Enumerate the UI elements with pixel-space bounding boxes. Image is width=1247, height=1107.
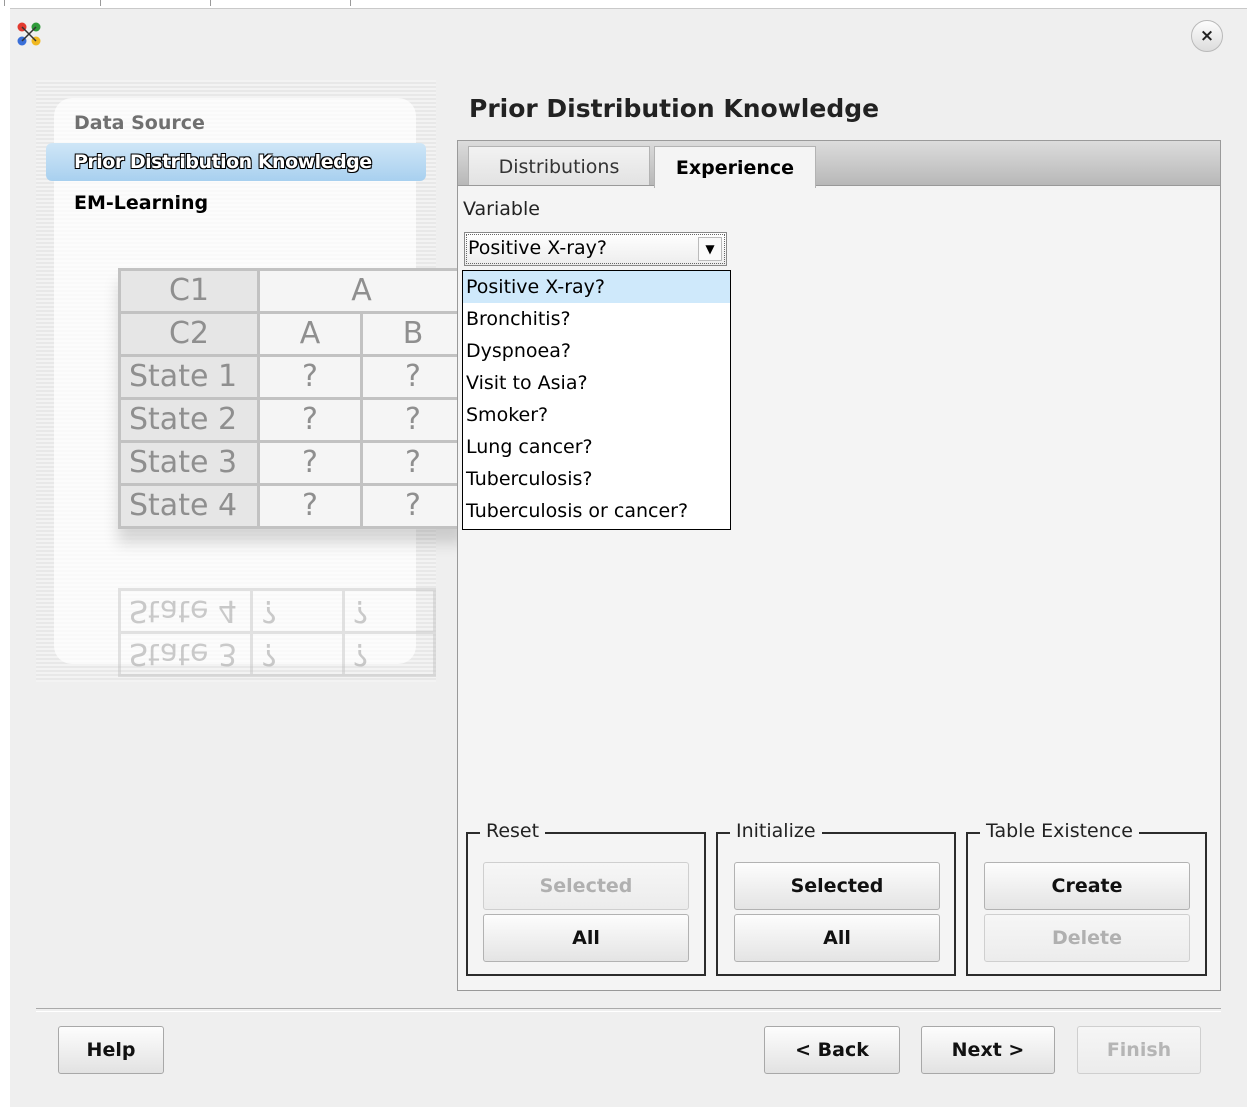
reset-selected-button[interactable]: Selected [483,862,689,910]
wizard-step-label: Prior Distribution Knowledge [74,151,372,173]
deco-cell: ? [343,632,435,676]
deco-cell: State 3 [119,632,252,676]
reset-all-button[interactable]: All [483,914,689,962]
create-table-button[interactable]: Create [984,862,1190,910]
page-title: Prior Distribution Knowledge [469,94,880,123]
deco-cell: State 3 [118,440,260,486]
dropdown-option[interactable]: Lung cancer? [463,431,730,463]
dropdown-option[interactable]: Dyspnoea? [463,335,730,367]
close-button[interactable]: × [1191,20,1223,52]
wizard-step-data-source: Data Source [74,112,205,134]
deco-cell: ? [360,440,466,486]
dropdown-option[interactable]: Visit to Asia? [463,367,730,399]
back-button[interactable]: < Back [764,1026,900,1074]
dropdown-option[interactable]: Positive X-ray? [463,271,730,303]
delete-table-button[interactable]: Delete [984,914,1190,962]
deco-cell: C2 [118,311,260,357]
deco-cell: State 4 [119,589,252,633]
background-window-strip [0,0,1247,8]
variable-selected-value: Positive X-ray? [468,237,607,259]
finish-button[interactable]: Finish [1077,1026,1201,1074]
deco-cell: ? [257,483,363,529]
tab-experience[interactable]: Experience [654,146,816,188]
deco-cell: State 1 [118,354,260,400]
decorative-table-image: C1 A C2 A B State 1 ? ? State 2 ? ? Stat… [118,268,466,529]
initialize-selected-button[interactable]: Selected [734,862,940,910]
next-button[interactable]: Next > [921,1026,1055,1074]
network-app-icon [17,22,41,46]
tab-distributions[interactable]: Distributions [468,146,650,186]
footer-separator [36,1008,1221,1012]
help-button[interactable]: Help [58,1026,164,1074]
dropdown-option[interactable]: Bronchitis? [463,303,730,335]
dropdown-option[interactable]: Smoker? [463,399,730,431]
wizard-step-em-learning: EM-Learning [74,192,209,214]
deco-cell: ? [360,483,466,529]
dropdown-option[interactable]: Tuberculosis? [463,463,730,495]
deco-cell: B [360,311,466,357]
deco-cell: ? [343,589,435,633]
deco-cell: ? [257,440,363,486]
variable-label: Variable [463,198,540,220]
wizard-step-prior-distribution: Prior Distribution Knowledge [46,143,426,181]
deco-cell: ? [251,589,344,633]
deco-cell: ? [257,354,363,400]
deco-cell: ? [257,397,363,443]
deco-cell: A [257,268,466,314]
table-existence-group-title: Table Existence [980,820,1139,842]
dropdown-option[interactable]: Tuberculosis or cancer? [463,495,730,527]
initialize-group-title: Initialize [730,820,822,842]
deco-cell: ? [251,632,344,676]
decorative-table-reflection: State 3 ? ? State 4 ? ? [118,588,436,680]
chevron-down-icon[interactable]: ▼ [698,237,722,261]
variable-combobox[interactable]: Positive X-ray? ▼ [464,232,727,266]
deco-cell: C1 [118,268,260,314]
deco-cell: A [257,311,363,357]
deco-cell: State 2 [118,397,260,443]
variable-dropdown-list: Positive X-ray? Bronchitis? Dyspnoea? Vi… [462,270,731,530]
deco-cell: ? [360,397,466,443]
reset-group-title: Reset [480,820,546,842]
deco-cell: ? [360,354,466,400]
initialize-all-button[interactable]: All [734,914,940,962]
deco-cell: State 4 [118,483,260,529]
